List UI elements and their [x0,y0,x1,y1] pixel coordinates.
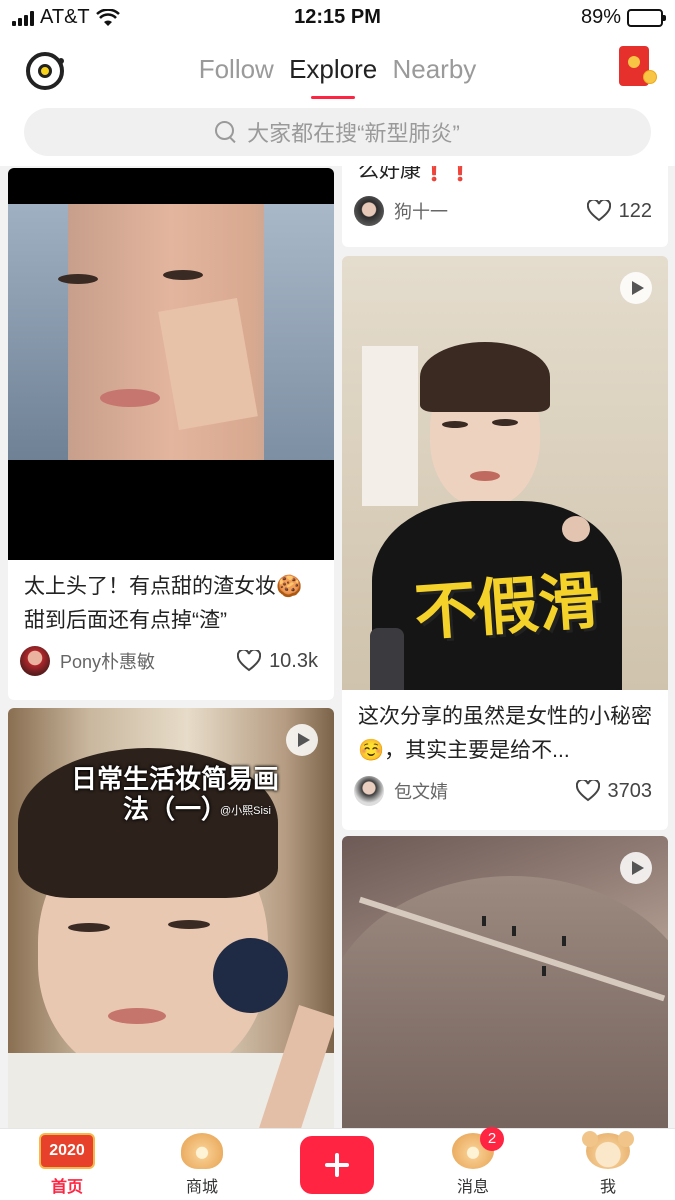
note-card[interactable]: 日常生活妆简易画法（一） @小熙Sisi [8,708,334,1128]
bottom-nav: 2020 首页 商城 2 消息 我 [0,1127,675,1200]
search-bar[interactable]: 大家都在搜“新型肺炎” [24,108,651,156]
note-title: 太上头了！有点甜的渣女妆🍪甜到后面还有点掉“渣” [24,575,303,632]
nav-messages[interactable]: 2 消息 [423,1127,523,1197]
top-header: Follow Explore Nearby 大家都在搜“新型肺炎” [0,34,675,166]
author-name[interactable]: 包文婧 [394,778,576,804]
profile-mouse-icon [582,1131,634,1169]
red-packet-icon[interactable] [619,46,657,86]
like-count: 10.3k [269,649,318,672]
nav-label-home: 首页 [50,1179,83,1196]
search-placeholder: 大家都在搜“新型肺炎” [247,121,460,146]
avatar[interactable] [354,776,384,806]
home-2020-icon: 2020 [39,1133,95,1169]
plus-icon[interactable] [300,1136,374,1194]
like-count: 122 [618,199,652,222]
tab-follow[interactable]: Follow [199,54,274,85]
note-cover-image [8,168,334,560]
battery-percent: 89% [580,6,621,28]
note-meta: 狗十一 122 [342,188,668,226]
play-icon [286,724,318,756]
nav-profile[interactable]: 我 [558,1131,658,1197]
like-count: 3703 [607,779,653,802]
explore-feed: 太上头了！有点甜的渣女妆🍪甜到后面还有点掉“渣” Pony朴惠敏 10.3k 日… [0,166,675,1128]
note-meta: 包文婧 3703 [342,768,668,806]
play-icon [620,272,652,304]
heart-icon [237,650,262,672]
heart-icon [575,780,600,802]
message-icon: 2 [452,1127,504,1169]
note-card[interactable]: 不假滑 这次分享的虽然是女性的小秘密☺️，其实主要是给不... 包文婧 3703 [342,256,668,830]
nav-label-shop: 商城 [185,1179,218,1196]
nav-label-profile: 我 [599,1179,616,1196]
battery-status: 89% [580,6,666,29]
note-title: 么好康❗❗ [358,166,474,182]
tab-explore[interactable]: Explore [289,54,377,99]
author-name[interactable]: 狗十一 [394,198,587,224]
avatar[interactable] [354,196,384,226]
note-card[interactable]: 太上头了！有点甜的渣女妆🍪甜到后面还有点掉“渣” Pony朴惠敏 10.3k [8,168,334,700]
clock: 12:15 PM [294,6,381,28]
tab-nearby[interactable]: Nearby [392,54,476,85]
like-button[interactable]: 122 [586,199,652,223]
search-icon [215,121,237,143]
image-overlay-text: 不假滑 [412,566,603,649]
note-cover-image [342,836,668,1128]
nav-shop[interactable]: 商城 [152,1133,252,1197]
status-bar: AT&T 12:15 PM 89% [0,0,675,34]
image-watermark: @小熙Sisi [220,805,271,817]
note-meta: Pony朴惠敏 10.3k [8,638,334,676]
nav-home[interactable]: 2020 首页 [17,1133,117,1197]
play-icon [620,852,652,884]
battery-icon [627,8,666,27]
feed-tabs: Follow Explore Nearby [0,54,675,99]
like-button[interactable]: 3703 [575,779,653,803]
note-cover-image: 不假滑 [342,256,668,690]
author-name[interactable]: Pony朴惠敏 [60,648,237,674]
message-badge: 2 [480,1127,504,1151]
heart-icon [586,200,611,222]
like-button[interactable]: 10.3k [237,650,318,673]
nav-label-messages: 消息 [456,1179,489,1196]
note-card[interactable]: 么好康❗❗ 狗十一 122 [342,166,668,247]
shop-jar-icon [181,1133,223,1169]
avatar[interactable] [20,646,50,676]
note-cover-image: 日常生活妆简易画法（一） @小熙Sisi [8,708,334,1128]
note-title: 这次分享的虽然是女性的小秘密☺️，其实主要是给不... [358,705,652,762]
note-card[interactable] [342,836,668,1128]
